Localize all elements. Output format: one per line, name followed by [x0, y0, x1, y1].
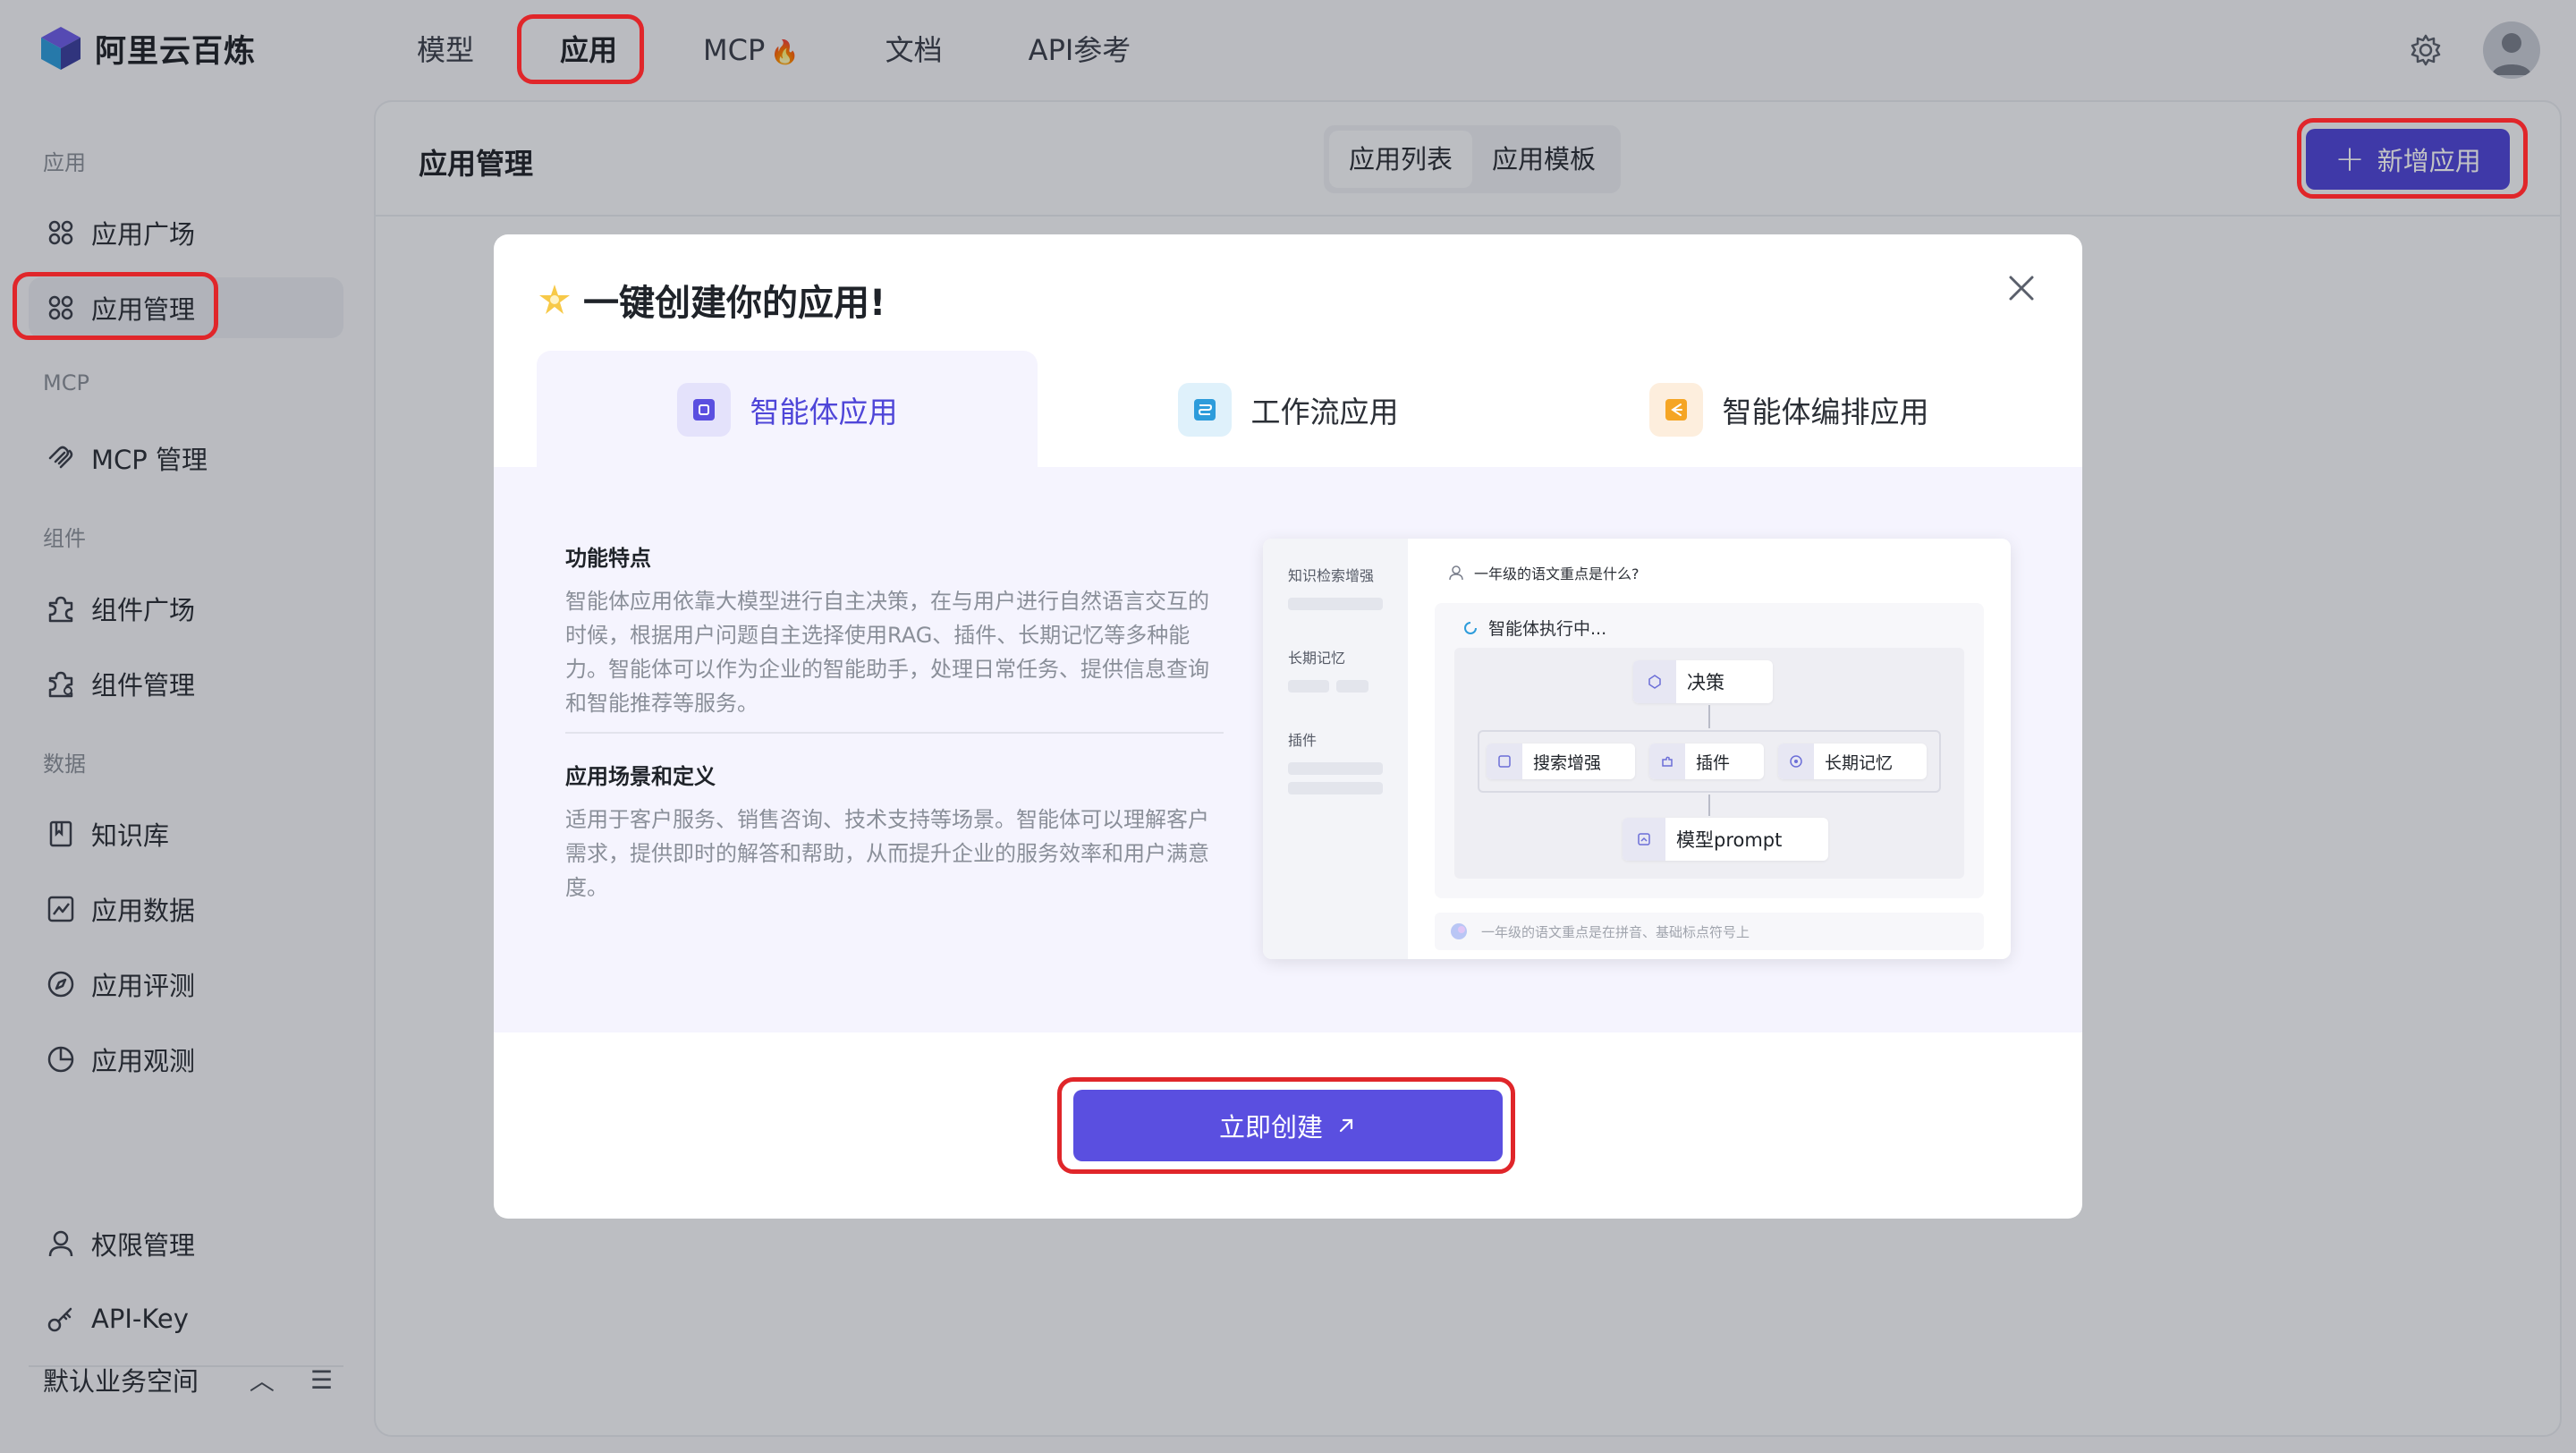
app-type-tabs: 智能体应用 工作流应用 智能体编排应用	[537, 351, 2039, 469]
search-node-icon	[1487, 743, 1522, 779]
node-long-term-memory: 长期记忆	[1778, 743, 1927, 779]
section-divider	[565, 732, 1224, 734]
decision-node-icon	[1633, 660, 1676, 703]
flow-connector	[1708, 794, 1710, 816]
features-section: 功能特点 智能体应用依靠大模型进行自主决策，在与用户进行自然语言交互的时候，根据…	[565, 540, 1224, 720]
tab-agent-orchestration-app[interactable]: 智能体编排应用	[1538, 351, 2039, 469]
tab-workflow-app[interactable]: 工作流应用	[1038, 351, 1538, 469]
preview-question: 一年级的语文重点是什么?	[1447, 562, 1640, 583]
preview-running-status: 智能体执行中...	[1462, 616, 1606, 640]
memory-node-icon	[1778, 743, 1814, 779]
scenarios-title: 应用场景和定义	[565, 764, 716, 789]
preview-label-plugin: 插件	[1288, 732, 1318, 749]
plugin-node-icon	[1649, 743, 1685, 779]
agent-preview-illustration: 知识检索增强 长期记忆 插件 一年级的语文重点是什么? 智能体执行中... 决策…	[1263, 539, 2011, 959]
create-now-button[interactable]: 立即创建	[1073, 1090, 1503, 1161]
agent-app-icon	[676, 383, 731, 437]
scenarios-section: 应用场景和定义 适用于客户服务、销售咨询、技术支持等场景。智能体可以理解客户需求…	[565, 759, 1224, 905]
features-title: 功能特点	[565, 546, 651, 571]
sparkle-icon	[539, 285, 570, 314]
preview-label-knowledge: 知识检索增强	[1288, 567, 1375, 584]
preview-answer: 一年级的语文重点是在拼音、基础标点符号上	[1435, 913, 1984, 950]
node-decision: 决策	[1633, 660, 1773, 703]
orchestration-app-icon	[1648, 383, 1703, 437]
preview-sidebar: 知识检索增强 长期记忆 插件	[1263, 539, 1408, 959]
preview-label-memory: 长期记忆	[1288, 650, 1346, 667]
node-model-prompt: 模型prompt	[1623, 818, 1828, 861]
preview-run-panel: 智能体执行中... 决策 搜索增强 插件 长期记忆 模型prompt	[1435, 603, 1984, 898]
preview-capabilities-group: 搜索增强 插件 长期记忆	[1478, 730, 1941, 793]
user-icon	[1449, 565, 1463, 581]
features-text: 智能体应用依靠大模型进行自主决策，在与用户进行自然语言交互的时候，根据用户问题自…	[565, 589, 1209, 716]
create-app-modal: 一键创建你的应用! 智能体应用 工作流应用 智能体编排应用 功能特点 智能体应用…	[494, 234, 2082, 1219]
assistant-icon	[1451, 923, 1467, 939]
preview-flow: 决策 搜索增强 插件 长期记忆 模型prompt	[1454, 648, 1964, 879]
prompt-node-icon	[1623, 818, 1665, 861]
workflow-app-icon	[1177, 383, 1232, 437]
preview-chat: 一年级的语文重点是什么? 智能体执行中... 决策 搜索增强 插件 长期记忆 模…	[1408, 539, 2011, 959]
arrow-up-right-icon	[1339, 1118, 1353, 1133]
modal-title: 一键创建你的应用!	[537, 274, 886, 326]
close-icon[interactable]	[2000, 267, 2043, 310]
node-plugin: 插件	[1649, 743, 1764, 779]
scenarios-text: 适用于客户服务、销售咨询、技术支持等场景。智能体可以理解客户需求，提供即时的解答…	[565, 807, 1209, 900]
flow-connector	[1708, 705, 1710, 728]
loading-icon	[1464, 621, 1477, 634]
node-search-augmented: 搜索增强	[1487, 743, 1635, 779]
tab-agent-app[interactable]: 智能体应用	[537, 351, 1038, 469]
